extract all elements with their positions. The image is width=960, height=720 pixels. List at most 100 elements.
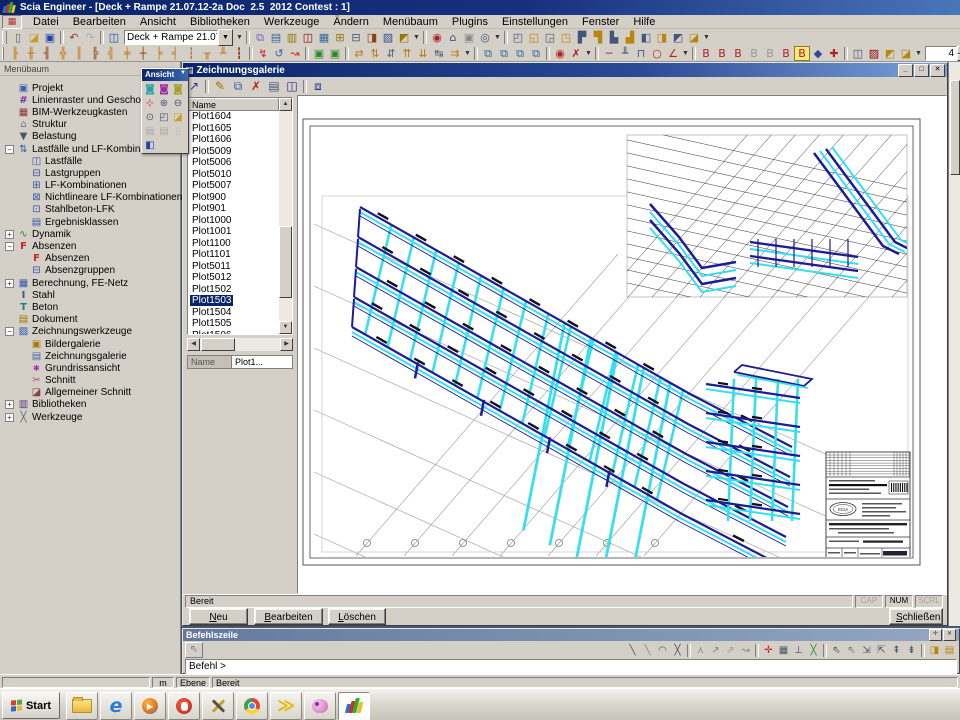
window-layout-2-icon[interactable]: ◱ xyxy=(526,30,542,45)
plot-list-item[interactable]: Plot1503 xyxy=(188,295,279,307)
window-layout-5-icon[interactable]: ▛ xyxy=(574,30,590,45)
snap-grid-icon[interactable]: ▦ xyxy=(776,643,791,657)
toggle-a-icon[interactable]: ▣ xyxy=(311,46,327,61)
hscroll-thumb[interactable] xyxy=(201,338,235,351)
beam-tool-7-icon[interactable]: ╣ xyxy=(103,46,119,61)
sketch-tool-icon[interactable]: ↝ xyxy=(287,46,303,61)
dropdown-arrow-icon[interactable]: ▼ xyxy=(235,30,244,45)
gallery-close-icon[interactable]: ✕ xyxy=(930,64,945,77)
scroll-left-icon[interactable]: ◀ xyxy=(187,338,200,351)
cmd-title-bar[interactable]: Befehlszeile ✛ ✕ xyxy=(183,629,959,641)
picture-gallery-icon[interactable]: ▥ xyxy=(284,30,300,45)
gallery-title-bar[interactable]: ▤ Zeichnungsgalerie _ □ ✕ xyxy=(183,63,947,77)
tree-item-zeichnungsgalerie[interactable]: ▤Zeichnungsgalerie xyxy=(0,350,180,362)
window-layout-11-icon[interactable]: ◩ xyxy=(670,30,686,45)
view-axonometric-icon[interactable]: ◙ xyxy=(143,82,157,96)
snap-line-icon[interactable]: ╲ xyxy=(625,643,640,657)
new-document-icon[interactable]: ▯ xyxy=(10,30,26,45)
plot-list-item[interactable]: Plot1000 xyxy=(188,215,279,227)
beam-tool-12-icon[interactable]: ┆ xyxy=(183,46,199,61)
snap-cross-icon[interactable]: ╳ xyxy=(670,643,685,657)
window-copy-4-icon[interactable]: ⧉ xyxy=(528,46,544,61)
collapse-icon[interactable]: − xyxy=(5,327,14,336)
taskbar-app-red-hand[interactable] xyxy=(168,692,200,720)
window-layout-3-icon[interactable]: ◲ xyxy=(542,30,558,45)
menu-ansicht[interactable]: Ansicht xyxy=(133,16,183,28)
plot-list-item[interactable]: Plot1100 xyxy=(188,238,279,250)
print-setup-icon[interactable]: ▤ xyxy=(157,124,171,138)
raise-tool-icon[interactable]: ⇈ xyxy=(399,46,415,61)
project-combobox[interactable]: Deck + Rampe 21.07 ▼ xyxy=(124,30,233,45)
toggle-b-icon[interactable]: ▣ xyxy=(327,46,343,61)
cursor-mode-1-icon[interactable]: ⇖ xyxy=(829,643,844,657)
plot-list-item[interactable]: Plot901 xyxy=(188,203,279,215)
taskbar-explorer[interactable] xyxy=(66,692,98,720)
dropdown-arrow-icon[interactable]: ▼ xyxy=(412,30,421,45)
gallery-minimize-icon[interactable]: _ xyxy=(898,64,913,77)
plot-list-item[interactable]: Plot1101 xyxy=(188,249,279,261)
snap-segment-icon[interactable]: ╲ xyxy=(640,643,655,657)
add-table-icon[interactable]: ⊞ xyxy=(332,30,348,45)
beam-tool-14-icon[interactable]: ╨ xyxy=(215,46,231,61)
chevron-down-icon[interactable]: ▼ xyxy=(180,70,186,81)
beam-tool-1-icon[interactable]: ╟ xyxy=(7,46,23,61)
snap-dir-icon[interactable]: ↗ xyxy=(708,643,723,657)
taskbar-media-player[interactable]: ▶ xyxy=(134,692,166,720)
section-b3-icon[interactable]: B xyxy=(730,46,746,61)
plot-list-item[interactable]: Plot5011 xyxy=(188,261,279,273)
save-project-icon[interactable]: ▣ xyxy=(42,30,58,45)
dropdown-arrow-icon[interactable]: ▼ xyxy=(493,30,502,45)
close-button[interactable]: Schließen xyxy=(889,608,943,625)
swap-tool-icon[interactable]: ↹ xyxy=(431,46,447,61)
frame-tool-icon[interactable]: ⊓ xyxy=(633,46,649,61)
dropdown-arrow-icon[interactable]: ▼ xyxy=(681,46,690,61)
tree-item-grundrissansicht[interactable]: ∗Grundrissansicht xyxy=(0,362,180,374)
save-view-icon[interactable]: ◫ xyxy=(850,46,866,61)
snap-dir2-icon[interactable]: ⇗ xyxy=(723,643,738,657)
tree-item-zeichnungswerkzeuge[interactable]: −▨Zeichnungswerkzeuge xyxy=(0,326,180,338)
open-view-icon[interactable]: ◪ xyxy=(171,110,185,124)
toolbar-grip[interactable] xyxy=(2,47,4,60)
menu-fenster[interactable]: Fenster xyxy=(575,16,626,28)
print-view-icon[interactable]: ▤ xyxy=(143,124,157,138)
coord-axis-icon[interactable]: ⊹ xyxy=(143,96,157,110)
target-tool-icon[interactable]: ◉ xyxy=(552,46,568,61)
plot-list-column-header[interactable]: Name xyxy=(188,98,279,111)
circle-tool-icon[interactable]: ○ xyxy=(649,46,665,61)
new-button[interactable]: Neu xyxy=(189,608,248,625)
line-tool-icon[interactable]: ─ xyxy=(601,46,617,61)
command-input[interactable]: Befehl > xyxy=(185,659,957,674)
section-b4-icon[interactable]: B xyxy=(746,46,762,61)
window-layout-12-icon[interactable]: ◪ xyxy=(686,30,702,45)
grid-view-icon[interactable]: ▣ xyxy=(461,30,477,45)
beam-tool-11-icon[interactable]: ╡ xyxy=(167,46,183,61)
remove-table-icon[interactable]: ⊟ xyxy=(348,30,364,45)
beam-tool-8-icon[interactable]: ╪ xyxy=(119,46,135,61)
plot-list-item[interactable]: Plot1605 xyxy=(188,123,279,135)
status-unit[interactable]: m xyxy=(152,677,174,688)
tree-item-dokument[interactable]: ▤Dokument xyxy=(0,314,180,326)
undo-icon[interactable]: ↶ xyxy=(66,30,82,45)
count-stepper[interactable]: 4 ▲▼ xyxy=(925,46,960,61)
section-b2-icon[interactable]: B xyxy=(714,46,730,61)
edit-button[interactable]: Bearbeiten xyxy=(254,608,323,625)
drawing-canvas[interactable]: SCIA xyxy=(297,95,947,594)
window-layout-8-icon[interactable]: ▟ xyxy=(622,30,638,45)
beam-tool-5-icon[interactable]: ║ xyxy=(71,46,87,61)
redo-icon[interactable]: ↷ xyxy=(82,30,98,45)
main-vscrollbar[interactable] xyxy=(948,62,960,626)
window-layout-1-icon[interactable]: ◰ xyxy=(510,30,526,45)
page-down-icon[interactable]: ⇟ xyxy=(904,643,919,657)
expand-icon[interactable]: + xyxy=(5,413,14,422)
taskbar-paint-palette[interactable] xyxy=(304,692,336,720)
dropdown-arrow-icon[interactable]: ▼ xyxy=(463,46,472,61)
window-copy-3-icon[interactable]: ⧉ xyxy=(512,46,528,61)
zoom-out-icon[interactable]: ⊖ xyxy=(171,96,185,110)
collapse-icon[interactable]: − xyxy=(5,242,14,251)
menu-bibliotheken[interactable]: Bibliotheken xyxy=(183,16,257,28)
edit-plot-icon[interactable]: ✎ xyxy=(211,78,229,94)
tree-item-lf-kombinationen[interactable]: ⊞LF-Kombinationen xyxy=(0,180,180,192)
window-layout-10-icon[interactable]: ◨ xyxy=(654,30,670,45)
snap-arc-icon[interactable]: ◠ xyxy=(655,643,670,657)
print-plot-icon[interactable]: ▤ xyxy=(265,78,283,94)
